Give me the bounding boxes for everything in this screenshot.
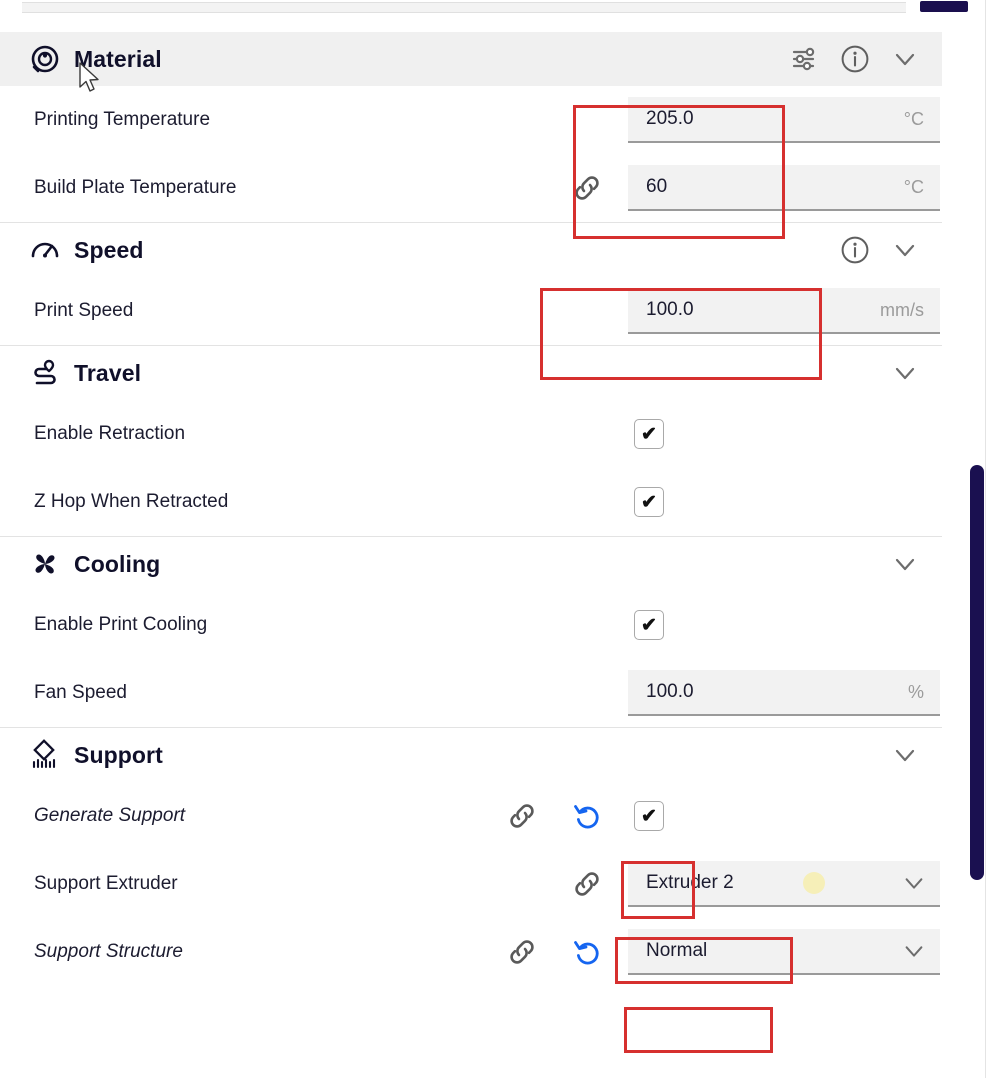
link-icon[interactable]: [505, 935, 539, 969]
section-header-cooling[interactable]: Cooling: [0, 537, 942, 591]
setting-label: Support Extruder: [34, 873, 178, 894]
print-speed-input[interactable]: 100.0 mm/s: [628, 288, 940, 334]
setting-row-build-plate-temperature[interactable]: Build Plate Temperature 60 °C: [0, 154, 942, 222]
fan-speed-input[interactable]: 100.0 %: [628, 670, 940, 716]
section-title-speed: Speed: [74, 236, 144, 263]
section-title-travel: Travel: [74, 359, 142, 386]
setting-label: Build Plate Temperature: [34, 177, 237, 198]
link-icon[interactable]: [505, 799, 539, 833]
check-icon: ✔: [641, 423, 657, 445]
input-unit: mm/s: [880, 299, 924, 320]
setting-label: Enable Print Cooling: [34, 614, 208, 635]
setting-row-fan-speed[interactable]: Fan Speed 100.0 %: [0, 659, 942, 727]
generate-support-checkbox[interactable]: ✔: [634, 801, 664, 831]
support-structure-icon: [28, 738, 62, 772]
setting-control[interactable]: 205.0 °C: [628, 97, 940, 143]
section-header-material[interactable]: Material: [0, 32, 942, 86]
enable-print-cooling-checkbox[interactable]: ✔: [634, 610, 664, 640]
chevron-down-icon[interactable]: [890, 549, 920, 579]
chevron-down-icon[interactable]: [890, 235, 920, 265]
mouse-cursor: [78, 62, 104, 96]
chevron-down-icon[interactable]: [890, 358, 920, 388]
section-header-travel[interactable]: Travel: [0, 346, 942, 400]
input-unit: %: [907, 681, 924, 702]
setting-control[interactable]: 100.0 %: [628, 670, 940, 716]
check-icon: ✔: [641, 805, 657, 827]
printing-temperature-input[interactable]: 205.0 °C: [628, 97, 940, 143]
fan-cooling-icon: [28, 547, 62, 581]
vertical-scroll-thumb[interactable]: [970, 465, 984, 880]
section-header-support[interactable]: Support: [0, 728, 942, 782]
setting-control[interactable]: ✔: [634, 610, 664, 640]
support-structure-dropdown[interactable]: Normal: [628, 929, 940, 975]
setting-label: Z Hop When Retracted: [34, 491, 229, 512]
section-header-speed[interactable]: Speed: [0, 223, 942, 277]
input-value: 205.0: [646, 108, 694, 129]
z-hop-when-retracted-checkbox[interactable]: ✔: [634, 487, 664, 517]
setting-row-enable-print-cooling[interactable]: Enable Print Cooling ✔: [0, 591, 942, 659]
enable-retraction-checkbox[interactable]: ✔: [634, 419, 664, 449]
revert-icon[interactable]: [570, 935, 604, 969]
speedometer-icon: [28, 233, 62, 267]
setting-control[interactable]: Extruder 2: [628, 861, 940, 907]
setting-row-enable-retraction[interactable]: Enable Retraction ✔: [0, 400, 942, 468]
setting-label: Printing Temperature: [34, 109, 211, 130]
check-icon: ✔: [641, 614, 657, 636]
setting-label: Generate Support: [34, 805, 186, 826]
build-plate-temperature-input[interactable]: 60 °C: [628, 165, 940, 211]
setting-control[interactable]: Normal: [628, 929, 940, 975]
horizontal-scroll-thumb[interactable]: [920, 1, 968, 12]
revert-icon[interactable]: [570, 799, 604, 833]
extruder-color-swatch: [802, 872, 825, 894]
chevron-down-icon[interactable]: [902, 871, 940, 895]
link-icon[interactable]: [570, 867, 604, 901]
input-unit: °C: [903, 176, 924, 197]
setting-label: Print Speed: [34, 300, 134, 321]
setting-control[interactable]: ✔: [634, 801, 664, 831]
section-title-support: Support: [74, 741, 163, 768]
info-icon[interactable]: [840, 235, 870, 265]
settings-list: Material Printing Temperature 205.0 °C B…: [0, 32, 942, 1078]
sliders-settings-icon[interactable]: [790, 44, 820, 74]
top-scroll-strip: [0, 0, 1000, 16]
material-spool-icon: [28, 42, 62, 76]
input-value: 100.0: [646, 299, 694, 320]
setting-row-support-structure[interactable]: Support Structure Normal: [0, 918, 942, 986]
setting-control[interactable]: ✔: [634, 487, 664, 517]
travel-route-icon: [28, 356, 62, 390]
section-title-cooling: Cooling: [74, 550, 161, 577]
setting-label: Enable Retraction: [34, 423, 186, 444]
panel-right-border: [985, 0, 986, 1078]
support-extruder-dropdown[interactable]: Extruder 2: [628, 861, 940, 907]
setting-control[interactable]: ✔: [634, 419, 664, 449]
input-value: 100.0: [646, 681, 694, 702]
link-icon[interactable]: [570, 171, 604, 205]
setting-row-print-speed[interactable]: Print Speed 100.0 mm/s: [0, 277, 942, 345]
setting-row-printing-temperature[interactable]: Printing Temperature 205.0 °C: [0, 86, 942, 154]
input-value: 60: [646, 176, 668, 197]
setting-row-support-extruder[interactable]: Support Extruder Extruder 2: [0, 850, 942, 918]
chevron-down-icon[interactable]: [890, 740, 920, 770]
setting-control[interactable]: 60 °C: [628, 165, 940, 211]
print-settings-panel: Material Printing Temperature 205.0 °C B…: [0, 0, 1000, 1078]
chevron-down-icon[interactable]: [890, 44, 920, 74]
horizontal-scroll-track[interactable]: [22, 2, 906, 13]
setting-row-z-hop-when-retracted[interactable]: Z Hop When Retracted ✔: [0, 468, 942, 536]
setting-label: Fan Speed: [34, 682, 127, 703]
info-icon[interactable]: [840, 44, 870, 74]
setting-label: Support Structure: [34, 941, 183, 962]
vertical-scrollbar[interactable]: [970, 465, 984, 880]
chevron-down-icon[interactable]: [902, 939, 940, 963]
dropdown-value: Normal: [646, 940, 708, 961]
input-unit: °C: [903, 108, 924, 129]
check-icon: ✔: [641, 491, 657, 513]
setting-control[interactable]: 100.0 mm/s: [628, 288, 940, 334]
dropdown-value: Extruder 2: [646, 872, 734, 893]
setting-row-generate-support[interactable]: Generate Support ✔: [0, 782, 942, 850]
